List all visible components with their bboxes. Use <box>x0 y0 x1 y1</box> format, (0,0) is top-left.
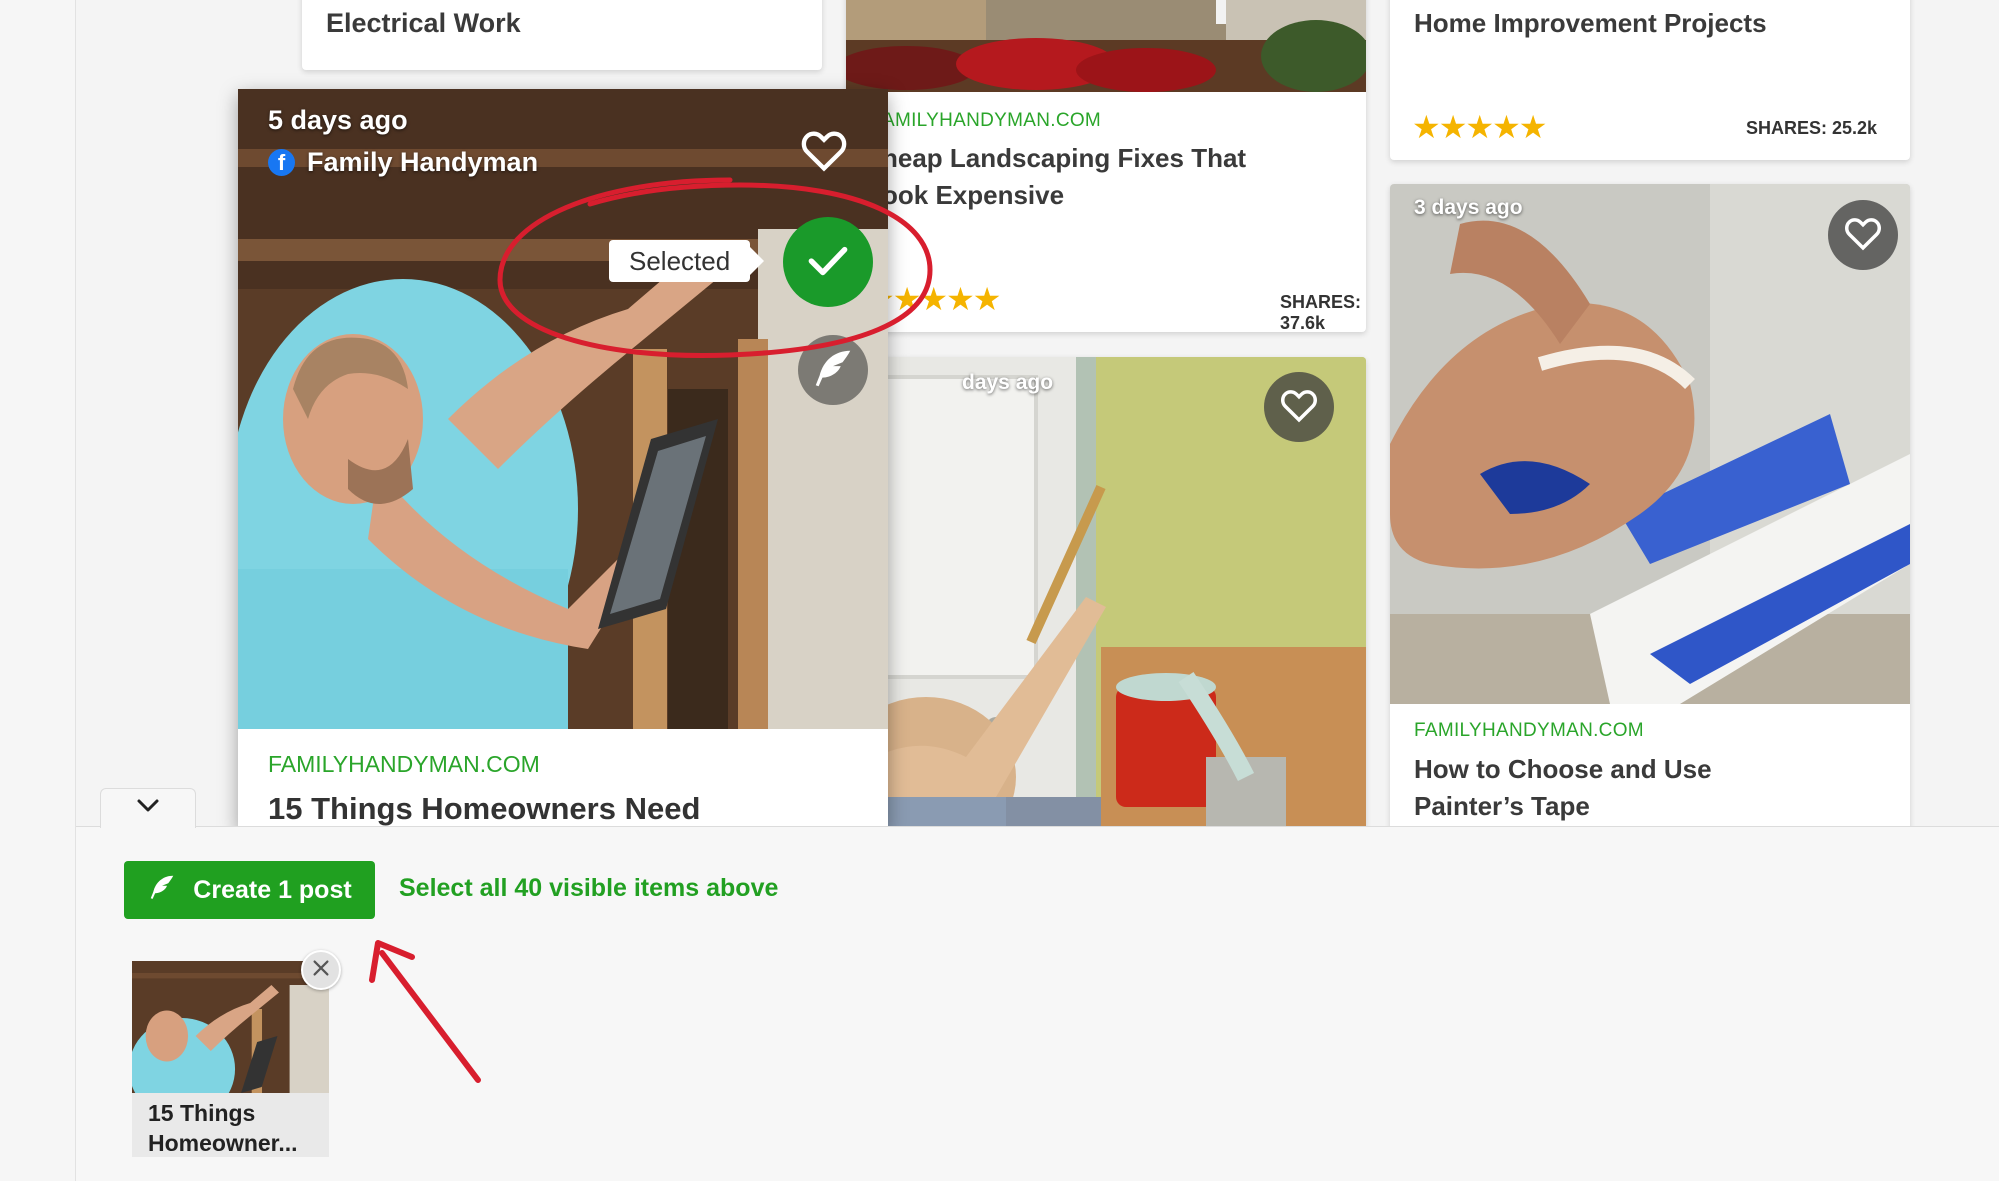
publisher-name: Family Handyman <box>307 147 539 177</box>
article-card-home-improvement[interactable]: Home Improvement Projects ★★★★★ SHARES: … <box>1390 0 1910 160</box>
article-card-painting[interactable]: days ago <box>846 357 1366 826</box>
quill-icon <box>147 872 177 909</box>
left-rail <box>0 0 76 1181</box>
posted-time: 5 days ago <box>268 105 408 135</box>
create-post-button[interactable]: Create 1 post <box>124 861 375 919</box>
card-source[interactable]: AMILYHANDYMAN.COM <box>882 110 1101 132</box>
favorite-button[interactable] <box>1828 200 1898 270</box>
favorite-button[interactable] <box>798 124 850 181</box>
card-photo <box>846 0 1366 92</box>
card-source[interactable]: FAMILYHANDYMAN.COM <box>1414 720 1644 742</box>
close-icon <box>310 957 332 984</box>
chevron-down-icon <box>136 798 160 819</box>
thumbnail-photo <box>132 961 329 1093</box>
remove-thumbnail-button[interactable] <box>301 950 341 990</box>
shares-count: SHARES: 37.6k <box>1280 292 1362 332</box>
star-rating: ★★★★★ <box>1412 109 1547 145</box>
thumbnail-caption: 15 Things Homeowner... <box>148 1098 298 1158</box>
card-source[interactable]: FAMILYHANDYMAN.COM <box>268 751 540 778</box>
compose-button[interactable] <box>798 335 868 405</box>
card-title-line1[interactable]: heap Landscaping Fixes That <box>882 140 1246 177</box>
publisher[interactable]: f Family Handyman <box>268 147 538 178</box>
selected-tooltip: Selected <box>609 240 765 282</box>
thumbnail-caption-line2: Homeowner... <box>148 1130 298 1156</box>
landscape-photo <box>846 0 1366 92</box>
favorite-button[interactable] <box>1264 372 1334 442</box>
article-card-painters-tape[interactable]: 3 days ago FAMILYHANDYMAN.COM How to Cho… <box>1390 184 1910 826</box>
collapse-toggle-button[interactable] <box>100 788 196 828</box>
select-all-link[interactable]: Select all 40 visible items above <box>399 874 778 903</box>
quill-icon <box>810 345 856 396</box>
select-toggle-button[interactable] <box>783 217 873 307</box>
card-title[interactable]: 15 Things Homeowners Need <box>268 791 700 827</box>
card-title-line2[interactable]: ook Expensive <box>882 177 1064 214</box>
handyman-photo <box>238 89 888 729</box>
thumbnail-caption-line1: 15 Things <box>148 1100 256 1126</box>
posted-time: 3 days ago <box>1414 196 1523 219</box>
card-title: Electrical Work <box>326 8 521 38</box>
tape-photo <box>1390 184 1910 704</box>
card-title-line2[interactable]: Painter’s Tape <box>1414 788 1590 825</box>
shares-count: SHARES: 25.2k <box>1746 118 1878 138</box>
article-card-landscaping[interactable]: AMILYHANDYMAN.COM heap Landscaping Fixes… <box>846 0 1366 332</box>
featured-article-card[interactable]: 5 days ago f Family Handyman Selected FA… <box>238 89 888 829</box>
card-title-line1[interactable]: How to Choose and Use <box>1414 751 1712 788</box>
heart-icon <box>1278 384 1320 431</box>
card-photo <box>238 89 888 729</box>
card-title[interactable]: Home Improvement Projects <box>1414 5 1767 42</box>
posted-time: days ago <box>962 371 1054 394</box>
selected-item-thumbnail[interactable]: 15 Things Homeowner... <box>132 961 329 1157</box>
facebook-icon: f <box>268 149 295 176</box>
check-icon <box>803 235 853 290</box>
heart-icon <box>798 131 850 180</box>
create-post-label: Create 1 post <box>193 875 352 904</box>
card-photo <box>1390 184 1910 704</box>
article-card-electrical[interactable]: Electrical Work <box>302 0 822 70</box>
heart-icon <box>1842 212 1884 259</box>
